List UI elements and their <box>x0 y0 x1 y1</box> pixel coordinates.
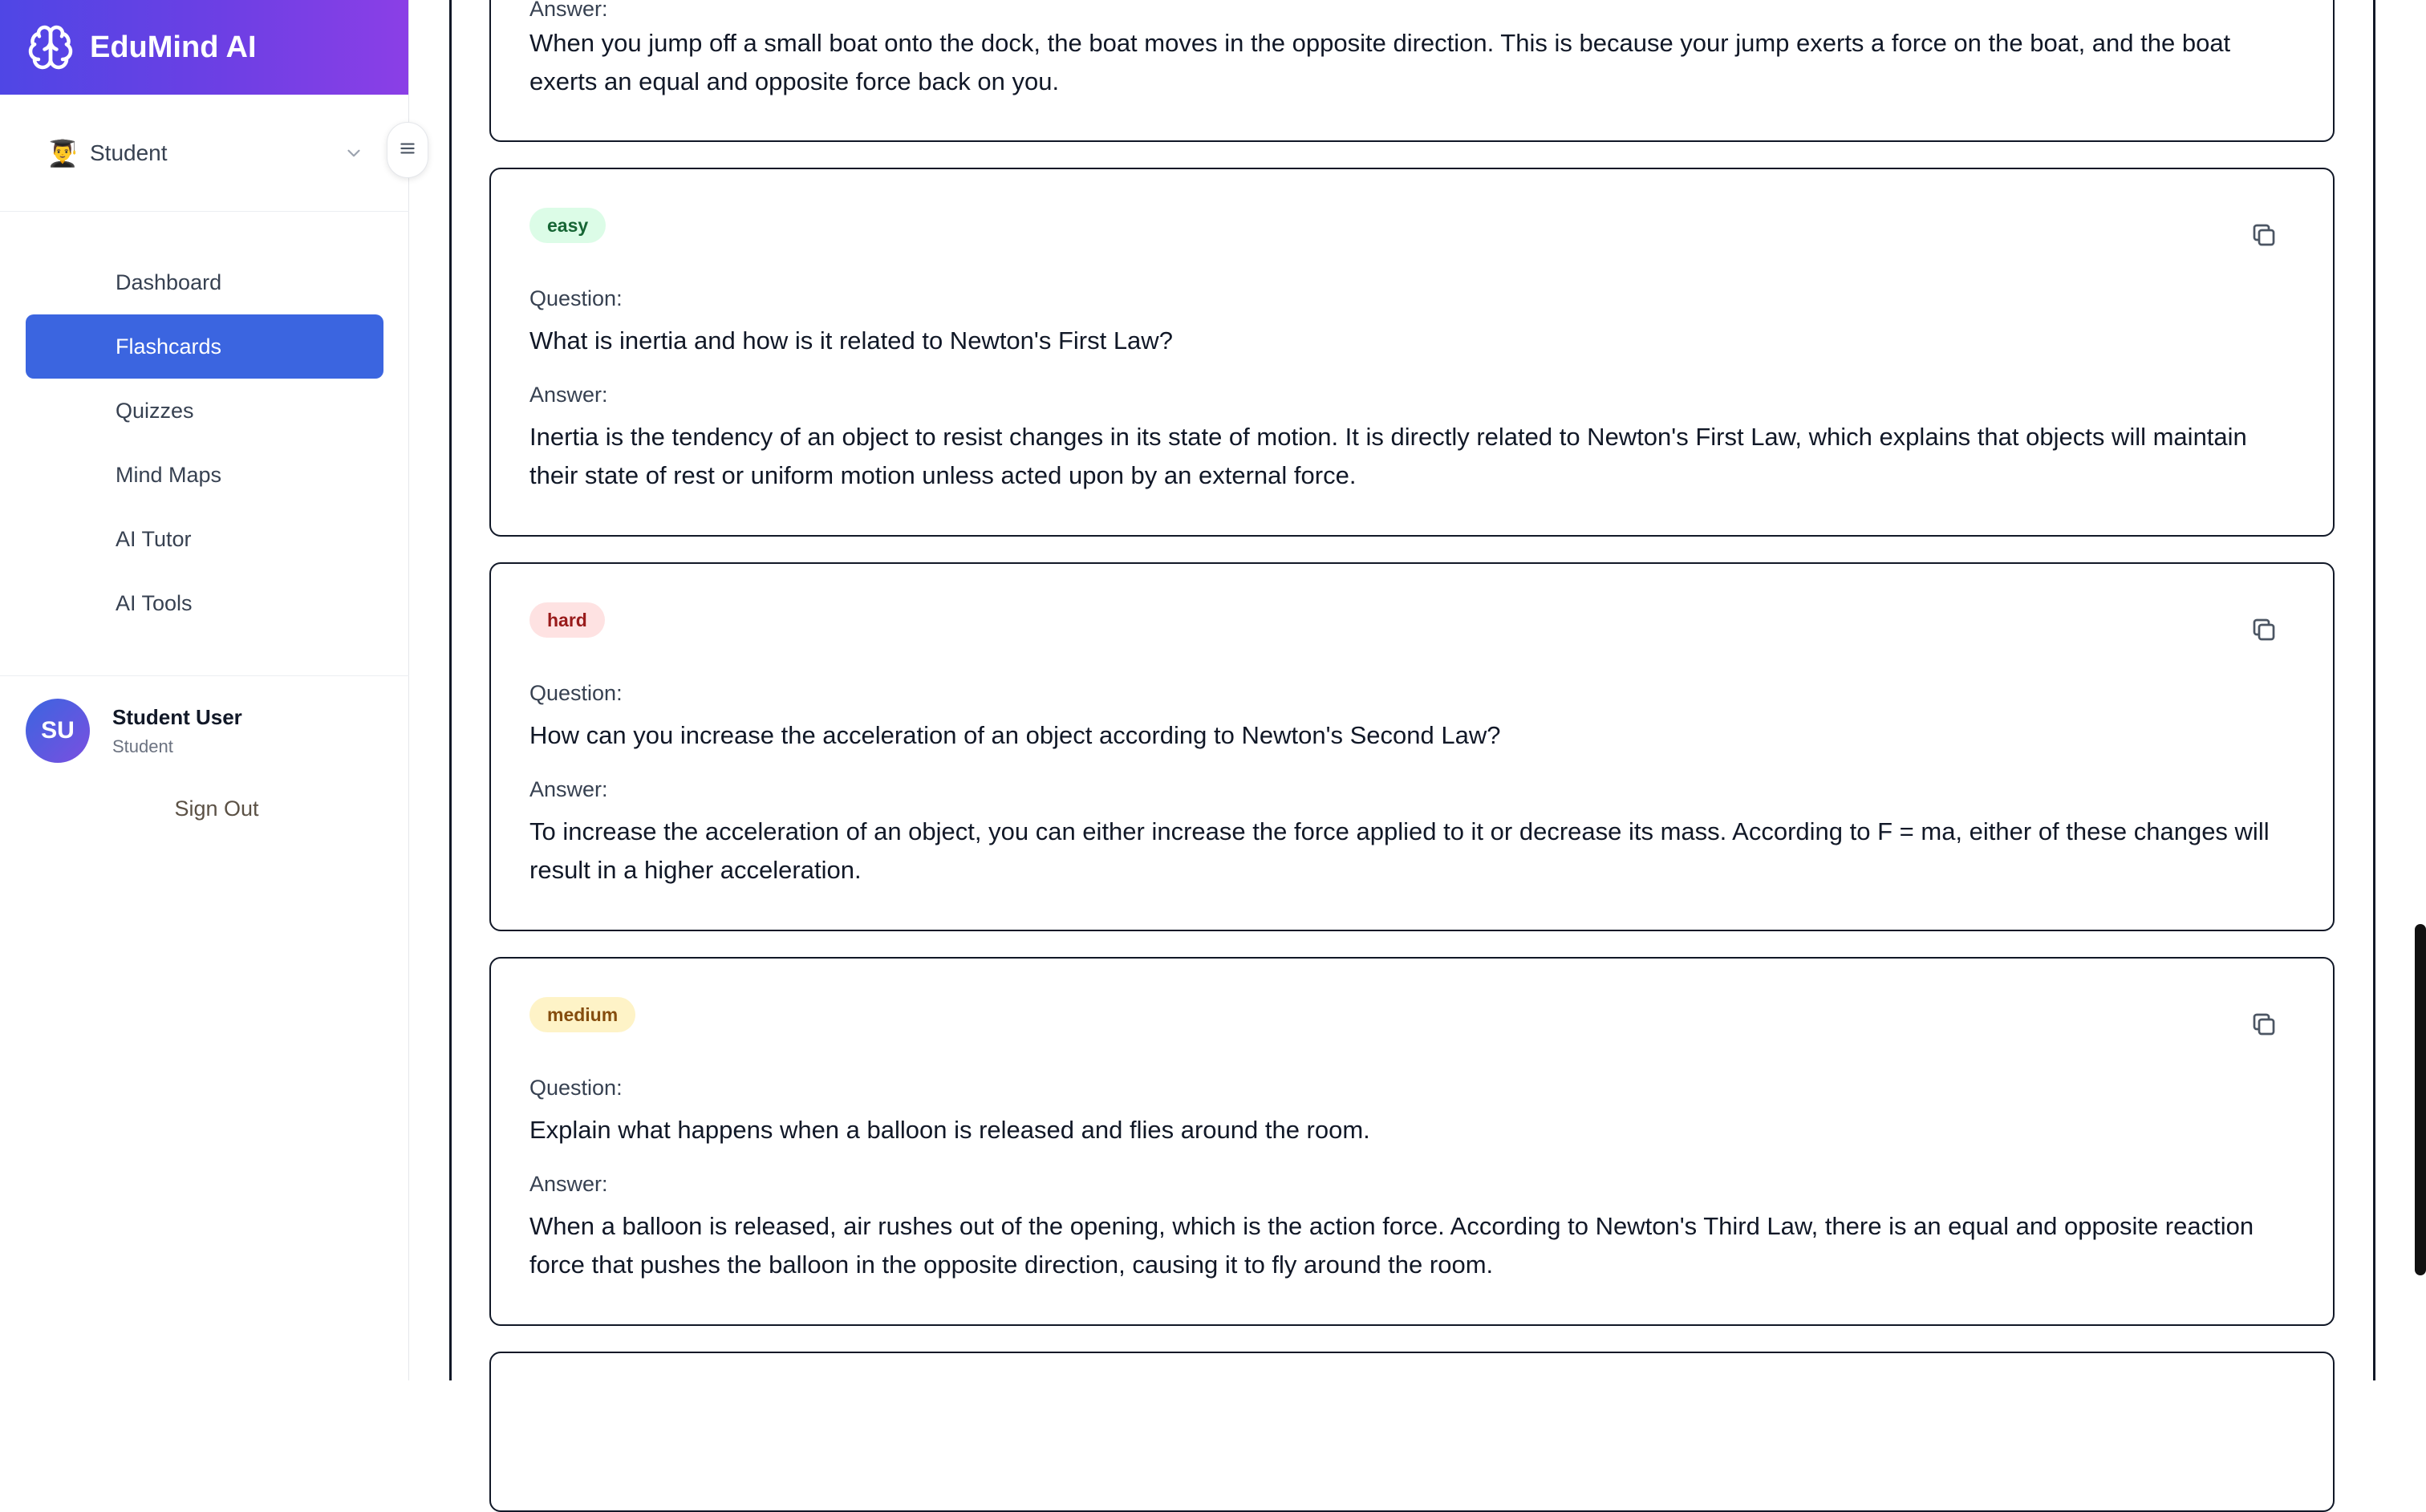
sidebar-item-label: AI Tools <box>116 590 193 615</box>
student-emoji-icon: 👨‍🎓 <box>47 138 79 168</box>
sidebar-item-label: AI Tutor <box>116 526 192 551</box>
sidebar-item-quizzes[interactable]: Quizzes <box>26 379 383 443</box>
sidebar-collapse-button[interactable] <box>387 122 428 178</box>
user-profile: SU Student User Student <box>0 699 409 763</box>
flashcard: hard Question: How can you increase the … <box>489 562 2335 931</box>
flashcard: easy Question: What is inertia and how i… <box>489 168 2335 537</box>
sidebar-item-label: Flashcards <box>116 334 222 359</box>
question-text: How can you increase the acceleration of… <box>529 721 1501 749</box>
copy-icon[interactable] <box>2250 221 2278 249</box>
user-panel: SU Student User Student Sign Out <box>0 675 409 821</box>
difficulty-badge: easy <box>529 208 606 243</box>
answer-text: To increase the acceleration of an objec… <box>529 817 2270 884</box>
avatar: SU <box>26 699 90 763</box>
answer-text: When you jump off a small boat onto the … <box>529 29 2231 95</box>
copy-icon[interactable] <box>2250 615 2278 644</box>
flashcard: medium Question: Explain what happens wh… <box>489 957 2335 1326</box>
copy-icon[interactable] <box>2250 1010 2278 1039</box>
question-text: What is inertia and how is it related to… <box>529 326 1173 355</box>
difficulty-badge: hard <box>529 602 605 638</box>
content-border-right <box>2373 0 2375 1380</box>
sidebar-item-label: Dashboard <box>116 270 222 294</box>
question-label: Question: <box>529 1076 623 1100</box>
sidebar-item-ai-tutor[interactable]: AI Tutor <box>26 507 383 571</box>
question-label: Question: <box>529 681 623 705</box>
question-text: Explain what happens when a balloon is r… <box>529 1116 1370 1144</box>
answer-text: When a balloon is released, air rushes o… <box>529 1212 2254 1279</box>
flashcard <box>489 1352 2335 1512</box>
difficulty-badge: medium <box>529 997 636 1032</box>
question-label: Question: <box>529 286 623 310</box>
scrollbar-thumb[interactable] <box>2415 924 2426 1275</box>
flashcard: Answer: When you jump off a small boat o… <box>489 0 2335 142</box>
chevron-down-icon <box>343 143 364 164</box>
sidebar-item-dashboard[interactable]: Dashboard <box>26 250 383 314</box>
app-title: EduMind AI <box>90 30 257 64</box>
sidebar-item-mind-maps[interactable]: Mind Maps <box>26 443 383 507</box>
user-role: Student <box>112 736 173 756</box>
user-info: Student User Student <box>112 705 242 757</box>
user-name: Student User <box>112 704 242 729</box>
answer-label: Answer: <box>529 0 608 21</box>
sidebar-item-ai-tools[interactable]: AI Tools <box>26 571 383 635</box>
sign-out-button[interactable]: Sign Out <box>0 797 409 821</box>
sidebar-item-flashcards[interactable]: Flashcards <box>26 314 383 379</box>
sidebar-item-label: Mind Maps <box>116 462 222 487</box>
menu-icon <box>397 138 418 163</box>
answer-label: Answer: <box>529 777 608 801</box>
brain-icon <box>26 22 75 72</box>
brand-header: EduMind AI <box>0 0 408 95</box>
role-selector-label: Student <box>90 140 168 165</box>
content-border-left <box>449 0 452 1380</box>
answer-text: Inertia is the tendency of an object to … <box>529 423 2247 489</box>
sidebar: EduMind AI 👨‍🎓 Student Dashboard Flashca… <box>0 0 409 1380</box>
answer-label: Answer: <box>529 1172 608 1196</box>
role-selector[interactable]: 👨‍🎓 Student <box>0 95 409 212</box>
answer-label: Answer: <box>529 383 608 407</box>
sidebar-item-label: Quizzes <box>116 398 194 423</box>
sidebar-nav: Dashboard Flashcards Quizzes Mind Maps A… <box>26 250 383 635</box>
